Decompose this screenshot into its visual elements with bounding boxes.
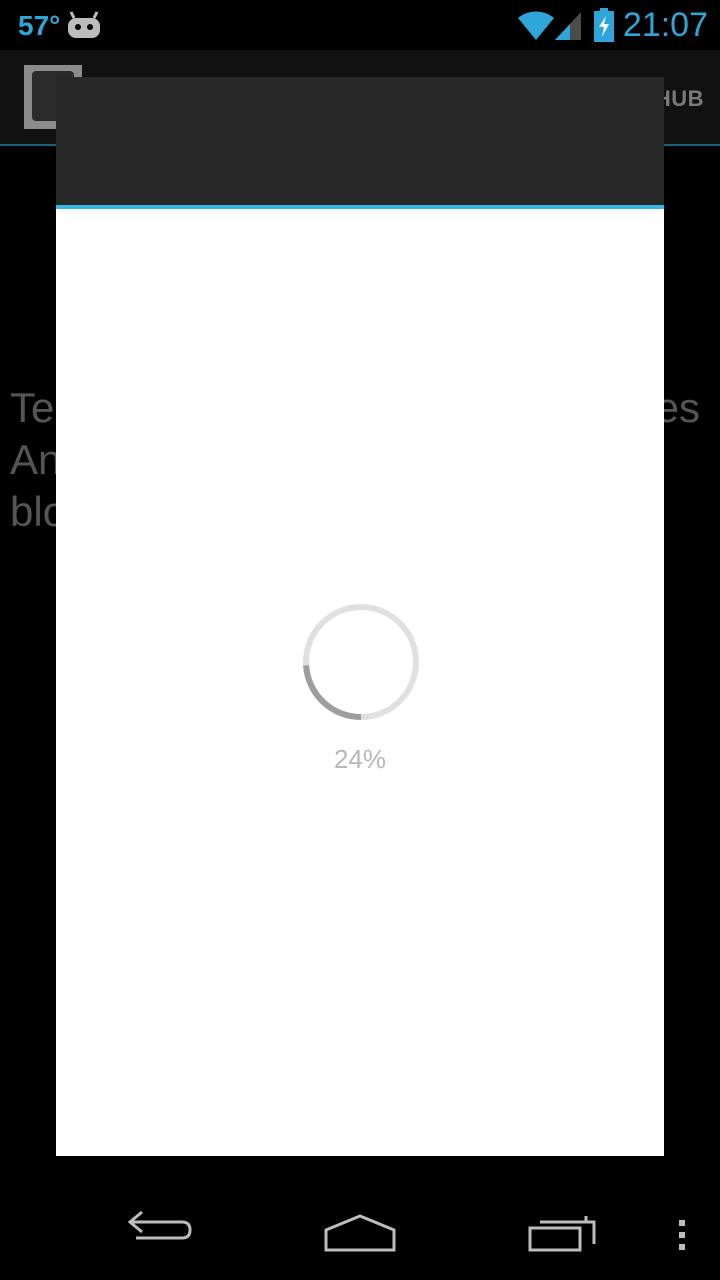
wifi-icon xyxy=(518,11,554,40)
battery-charging-icon xyxy=(594,8,614,42)
android-icon xyxy=(68,11,100,38)
bg-line-2-left: An xyxy=(10,436,62,483)
recent-apps-icon[interactable] xyxy=(526,1202,598,1258)
navigation-bar xyxy=(0,1180,720,1280)
signal-icon xyxy=(555,12,581,40)
clock-text: 21:07 xyxy=(622,6,708,44)
progress-spinner xyxy=(303,604,419,720)
dialog-header xyxy=(56,77,664,209)
back-icon[interactable] xyxy=(124,1202,196,1258)
status-bar: 57° 21:07 xyxy=(0,0,720,50)
overflow-menu-icon[interactable] xyxy=(672,1202,692,1258)
temperature-text: 57° xyxy=(18,10,61,41)
home-icon[interactable] xyxy=(322,1202,398,1258)
bg-line-1-left: Te xyxy=(10,384,55,431)
progress-percent-label: 24% xyxy=(333,744,387,774)
